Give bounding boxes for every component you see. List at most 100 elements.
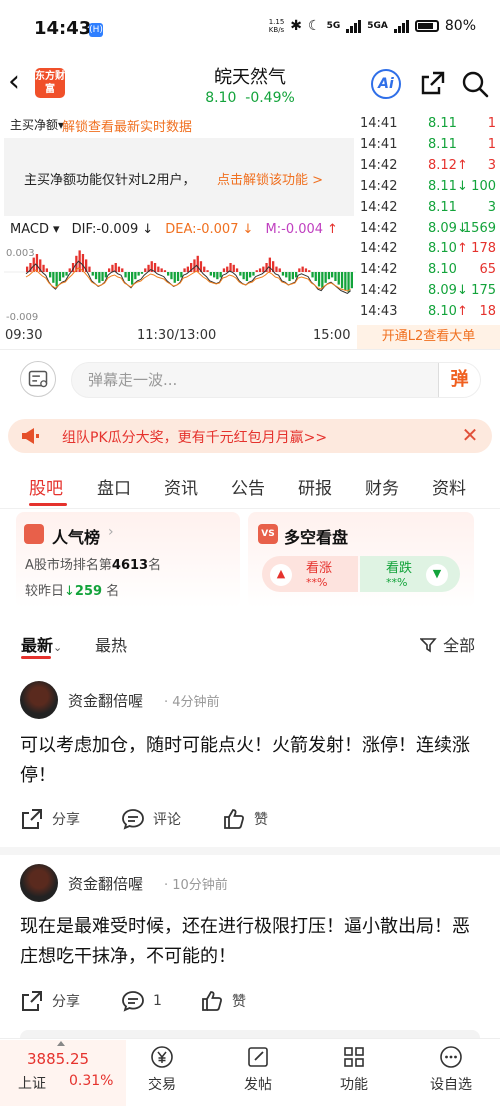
tick-time: 14:41 xyxy=(360,116,398,131)
post-share-button[interactable]: 分享 xyxy=(20,989,80,1013)
l2-big-order-button[interactable]: 开通L2查看大单 xyxy=(357,325,500,349)
promo-close-icon[interactable]: ✕ xyxy=(459,424,481,446)
search-icon[interactable] xyxy=(460,69,490,99)
macd-dif: DIF:-0.009 ↓ xyxy=(71,222,154,237)
bear-label: 看跌 xyxy=(386,561,413,576)
tick-volume: 1569 xyxy=(462,220,496,236)
l2-metric-dropdown[interactable]: 主买净额▾ xyxy=(10,116,64,133)
tick-row: 14:42 8.11↓ 100 xyxy=(358,179,498,200)
network-5g-label: 5G xyxy=(326,21,341,31)
l2-banner-link[interactable]: 点击解锁该功能 > xyxy=(217,169,323,188)
time-start: 09:30 xyxy=(5,328,43,343)
tick-price: 8.10 xyxy=(428,262,457,278)
post-body[interactable]: 可以考虑加仓，随时可能点火！火箭发射！涨停！连续涨停！ xyxy=(20,731,480,791)
tick-time: 14:41 xyxy=(360,136,398,152)
divider xyxy=(0,349,500,350)
tab-profile[interactable]: 资料 xyxy=(432,474,466,499)
tab-announcements[interactable]: 公告 xyxy=(231,474,265,499)
nav-post[interactable]: 发帖 xyxy=(218,1044,298,1094)
chart-bar-icon xyxy=(24,524,44,544)
macd-bar xyxy=(203,266,206,272)
share-icon xyxy=(22,991,42,1011)
bull-percent: **% xyxy=(306,576,328,589)
macd-bar xyxy=(117,266,121,272)
macd-bar xyxy=(249,272,252,278)
post-username[interactable]: 资金翻倍喔 xyxy=(68,873,143,894)
nav-watchlist[interactable]: 设自选 xyxy=(411,1044,491,1094)
macd-bar xyxy=(94,272,98,280)
macd-bar xyxy=(157,266,160,272)
tick-time: 14:42 xyxy=(360,283,398,299)
tab-finance[interactable]: 财务 xyxy=(365,474,399,499)
more-circle-icon xyxy=(440,1046,462,1068)
nav-functions[interactable]: 功能 xyxy=(314,1044,394,1094)
yen-exchange-icon xyxy=(151,1046,173,1068)
danmaku-input[interactable]: 弹幕走一波... xyxy=(71,362,481,398)
moon-icon: ☾ xyxy=(308,18,321,34)
macd-bar xyxy=(308,270,311,272)
post-share-button[interactable]: 分享 xyxy=(20,807,80,831)
macd-bar xyxy=(219,272,222,278)
thumbs-up-icon xyxy=(224,809,244,829)
macd-bar xyxy=(144,268,147,272)
avatar[interactable] xyxy=(20,681,58,719)
vs-icon: VS xyxy=(258,524,278,544)
filter-button[interactable]: 全部 xyxy=(419,632,475,656)
macd-ymin-label: -0.009 xyxy=(6,312,38,323)
tab-pankou[interactable]: 盘口 xyxy=(97,474,131,499)
macd-bar xyxy=(347,272,350,292)
macd-legend: MACD ▾ DIF:-0.009 ↓ DEA:-0.007 ↓ M:-0.004 ↑ xyxy=(10,222,346,237)
macd-bar xyxy=(209,272,212,276)
danmaku-settings-icon[interactable] xyxy=(20,361,56,397)
caret-up-icon xyxy=(57,1041,65,1046)
post-username[interactable]: 资金翻倍喔 xyxy=(68,690,143,711)
macd-bar xyxy=(285,272,288,278)
promo-text[interactable]: 组队PK瓜分大奖，更有千元红包月月赢>> xyxy=(62,427,327,447)
macd-bar xyxy=(140,272,144,274)
share-icon[interactable] xyxy=(419,69,447,97)
macd-bar xyxy=(327,272,331,280)
macd-bar xyxy=(134,272,137,280)
tick-row: 14:43 8.10↑ 18 xyxy=(358,304,498,325)
tick-price: 8.11 xyxy=(428,116,457,131)
post-comment-button[interactable]: 1 xyxy=(121,989,162,1013)
macd-bar xyxy=(26,266,29,272)
tick-time: 14:42 xyxy=(360,199,398,215)
tab-guba[interactable]: 股吧 xyxy=(29,474,63,499)
macd-bar xyxy=(91,272,94,276)
macd-m: M:-0.004 ↑ xyxy=(265,222,338,237)
stock-name: 皖天然气 xyxy=(214,67,286,88)
macd-bar xyxy=(291,272,294,280)
tab-active-indicator xyxy=(29,503,67,506)
tick-price: 8.11 xyxy=(428,136,457,152)
post-like-button[interactable]: 赞 xyxy=(200,989,246,1013)
post-body[interactable]: 现在是最难受时候，还在进行极限打压！逼小散出局！恶庄想吃干抹净，不可能的！ xyxy=(20,912,480,972)
macd-bar xyxy=(104,272,107,278)
sort-hot-tab[interactable]: 最热 xyxy=(95,632,127,656)
macd-bar xyxy=(268,257,271,272)
sort-latest-tab[interactable]: 最新⌄ xyxy=(21,632,62,656)
l2-unlock-link[interactable]: 解锁查看最新实时数据 xyxy=(62,116,192,135)
avatar[interactable] xyxy=(20,864,58,902)
tick-volume: 1 xyxy=(487,136,496,152)
tick-volume: 178 xyxy=(471,241,496,257)
macd-bar xyxy=(245,272,249,281)
macd-dropdown[interactable]: MACD ▾ xyxy=(10,222,64,237)
tab-research[interactable]: 研报 xyxy=(298,474,332,499)
tab-news[interactable]: 资讯 xyxy=(164,474,198,499)
thumbs-up-icon xyxy=(202,991,222,1011)
danmaku-send-button[interactable]: 弹 xyxy=(438,363,480,397)
grid-icon xyxy=(344,1047,364,1067)
net-speed: 1.15 KB/s xyxy=(268,18,285,34)
l2-banner-text: 主买净额功能仅针对L2用户， xyxy=(24,173,196,188)
tick-time: 14:43 xyxy=(360,304,398,320)
post-like-button[interactable]: 赞 xyxy=(222,807,268,831)
macd-dea: DEA:-0.007 ↓ xyxy=(165,222,254,237)
brand-logo[interactable]: 东方财富 xyxy=(35,68,65,98)
post-comment-button[interactable]: 评论 xyxy=(121,807,181,831)
back-button[interactable]: ‹ xyxy=(8,66,34,100)
nav-trade[interactable]: 交易 xyxy=(122,1044,202,1094)
macd-bar xyxy=(324,272,327,283)
ai-button[interactable]: Ai xyxy=(371,69,401,99)
macd-bar xyxy=(88,266,91,272)
